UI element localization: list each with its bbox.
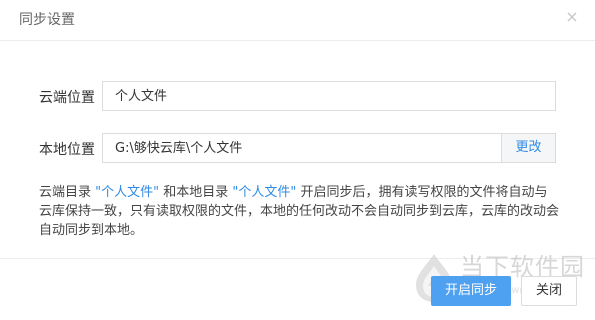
close-icon[interactable]: × [565, 9, 579, 25]
close-button[interactable]: 关闭 [521, 276, 577, 306]
dialog-header: 同步设置 × [0, 0, 595, 41]
sync-description: 云端目录 "个人文件" 和本地目录 "个人文件" 开启同步后，拥有读写权限的文件… [39, 183, 559, 240]
cloud-location-value: 个人文件 [115, 89, 168, 104]
local-location-label: 本地位置 [39, 142, 95, 158]
dialog-title: 同步设置 [19, 12, 75, 28]
desc-cloud-dir: "个人文件" [95, 185, 160, 200]
desc-text-2: 和本地目录 [163, 185, 229, 200]
local-location-field[interactable]: G:\够快云库\个人文件 更改 [102, 133, 556, 163]
start-sync-button[interactable]: 开启同步 [431, 276, 511, 306]
cloud-location-label: 云端位置 [39, 90, 95, 106]
desc-local-dir: "个人文件" [232, 185, 297, 200]
local-location-value: G:\够快云库\个人文件 [115, 141, 243, 156]
desc-text-1: 云端目录 [39, 185, 92, 200]
cloud-location-field[interactable]: 个人文件 [102, 81, 556, 111]
sync-settings-dialog: 同步设置 × 云端位置 个人文件 本地位置 G:\够快云库\个人文件 更改 云端… [0, 0, 595, 319]
change-location-button[interactable]: 更改 [501, 134, 555, 162]
